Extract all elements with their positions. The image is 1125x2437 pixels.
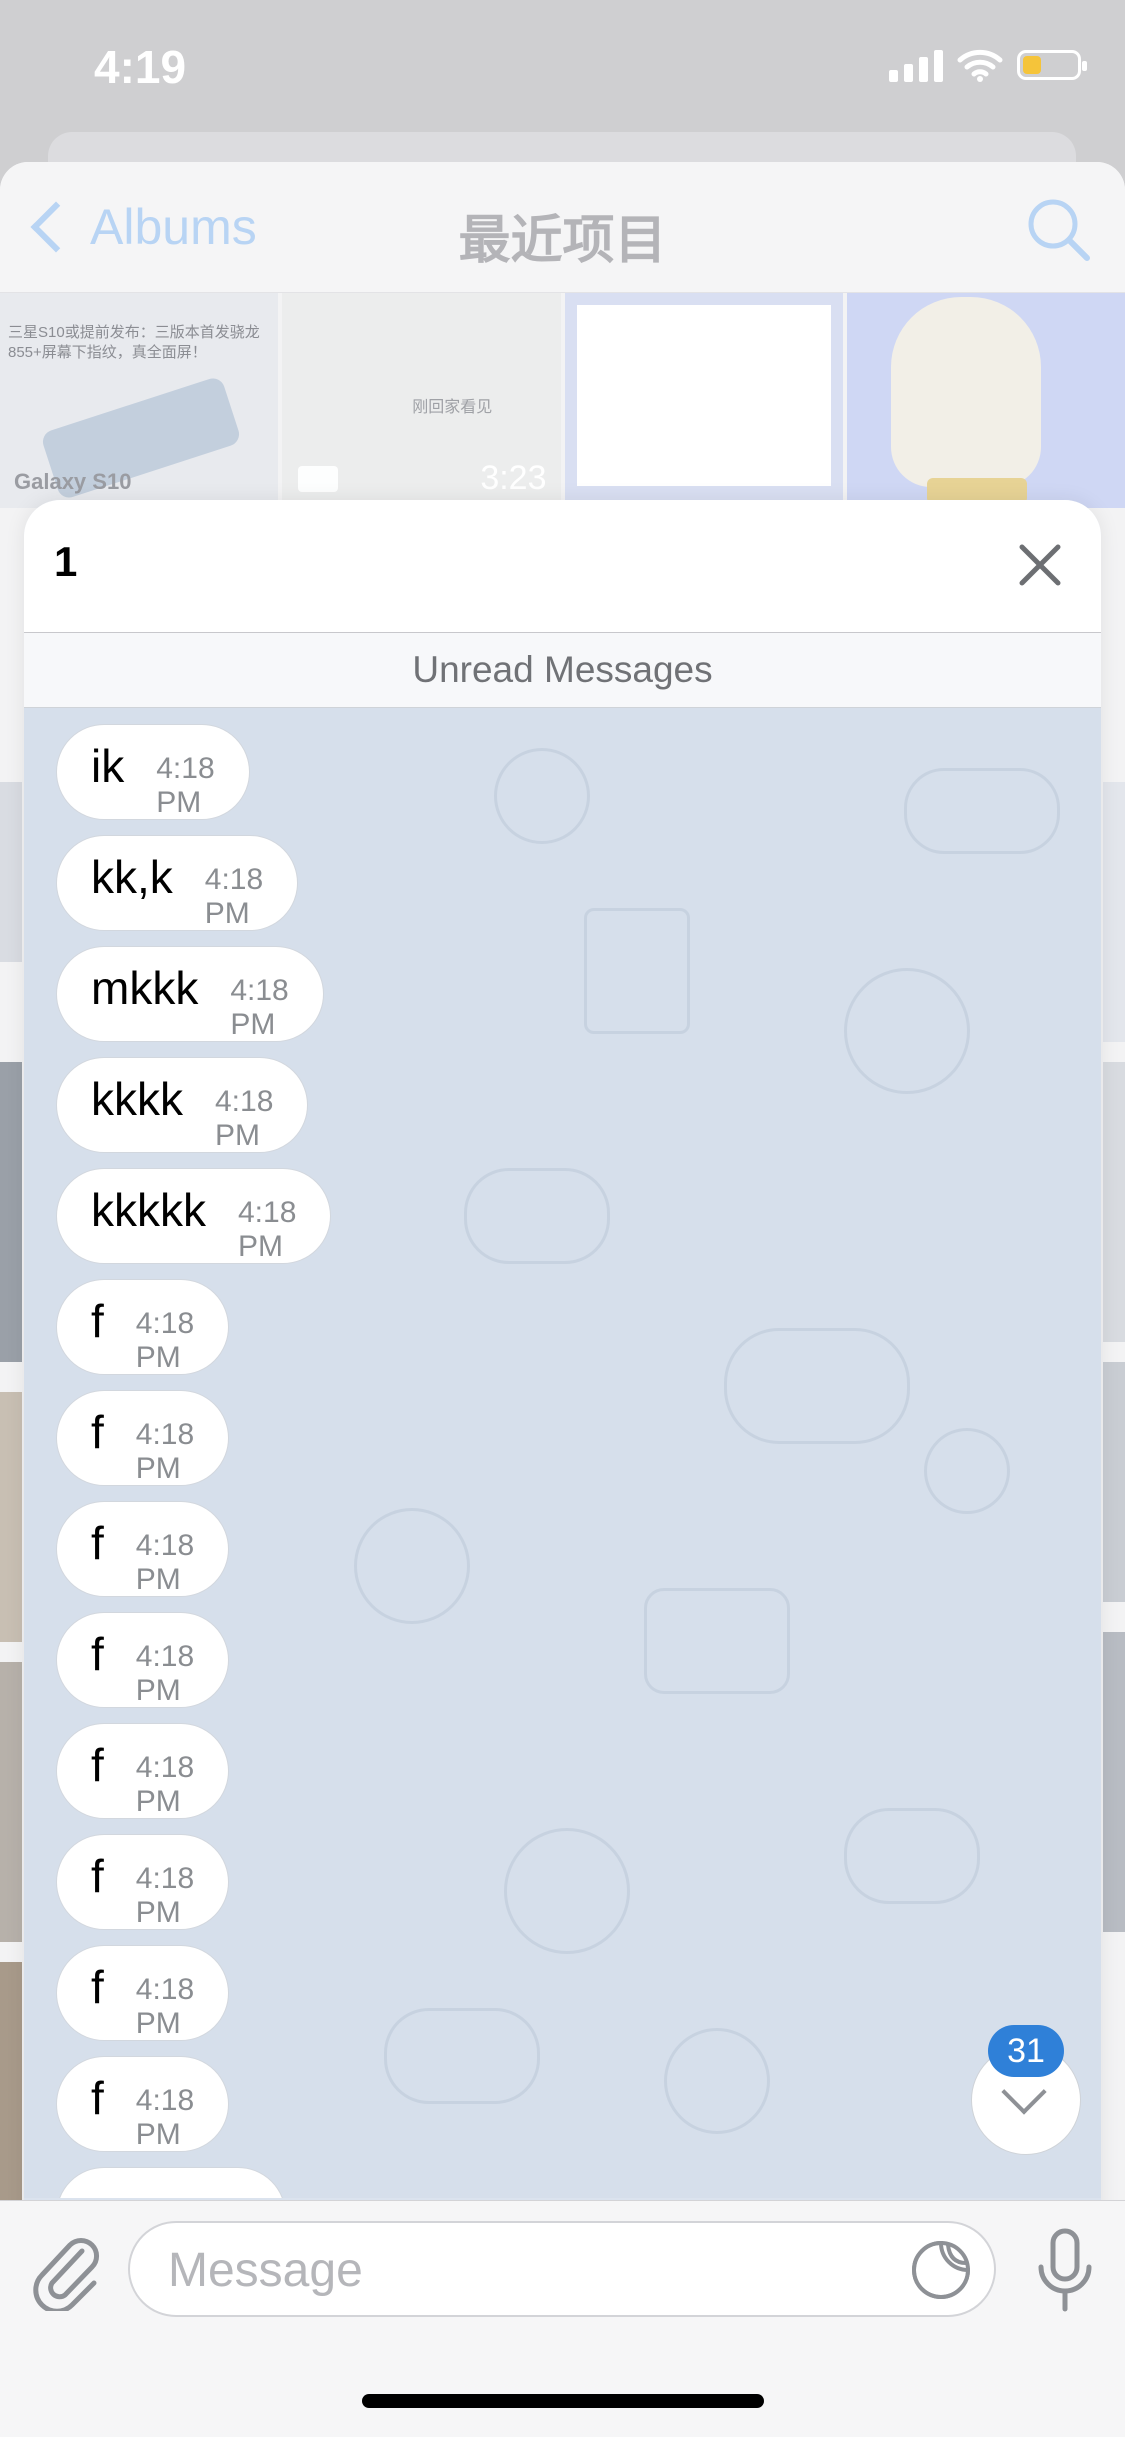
unread-messages-divider: Unread Messages bbox=[24, 633, 1101, 708]
background-doodle bbox=[464, 1168, 610, 1264]
message-text: kk,k bbox=[91, 851, 173, 903]
message-bubble[interactable]: f 4:18 PM bbox=[56, 2056, 230, 2152]
chat-title: 1 bbox=[54, 538, 78, 585]
message-time: 4:18 PM bbox=[135, 1751, 195, 1818]
message-bubble[interactable]: kkkk 4:18 PM bbox=[56, 1057, 309, 1153]
background-doodle bbox=[664, 2028, 770, 2134]
message-text: f bbox=[91, 1517, 104, 1569]
background-doodle bbox=[384, 2008, 540, 2104]
message-time: 4:18 PM bbox=[156, 752, 215, 819]
message-time: 4:18 PM bbox=[135, 1529, 195, 1596]
message-time: 4:18 PM bbox=[238, 1196, 297, 1263]
message-text: f bbox=[91, 1850, 104, 1902]
wifi-icon bbox=[957, 49, 1003, 82]
cat-illustration bbox=[890, 297, 1041, 487]
message-text: f bbox=[91, 1961, 104, 2013]
message-time: 4:18 PM bbox=[204, 863, 264, 930]
message-time: 4:18 PM bbox=[135, 1418, 195, 1485]
battery-icon bbox=[1017, 50, 1087, 80]
status-bar: 4:19 bbox=[0, 0, 1125, 135]
background-doodle bbox=[924, 1428, 1010, 1514]
message-text: f bbox=[91, 1739, 104, 1791]
message-bubble[interactable]: kkkkk 4:18 PM bbox=[56, 1168, 332, 1264]
message-field[interactable] bbox=[128, 2221, 996, 2317]
message-text: ik bbox=[91, 740, 125, 792]
message-text: f bbox=[91, 1295, 104, 1347]
message-bubble[interactable]: f 4:18 PM bbox=[56, 1612, 230, 1708]
unread-count-badge: 31 bbox=[988, 2025, 1064, 2077]
photo-thumbnails: 三星S10或提前发布：三版本首发骁龙855+屏幕下指纹，真全面屏！ Galaxy… bbox=[0, 293, 1125, 508]
side-thumbnail-strip bbox=[1103, 1632, 1125, 1932]
background-doodle bbox=[644, 1588, 790, 1694]
message-text: kkkkk bbox=[91, 1184, 206, 1236]
background-doodle bbox=[844, 968, 970, 1094]
message-time: 4:18 PM bbox=[135, 1862, 195, 1929]
message-time: 4:18 PM bbox=[135, 1973, 195, 2040]
background-doodle bbox=[354, 1508, 470, 1624]
photo-thumbnail[interactable] bbox=[564, 293, 843, 508]
video-duration: 3:23 bbox=[480, 459, 547, 497]
message-text: f bbox=[91, 2072, 104, 2124]
thumbnail-caption: 三星S10或提前发布：三版本首发骁龙855+屏幕下指纹，真全面屏！ bbox=[8, 324, 260, 361]
thumbnail-brand: Galaxy S10 bbox=[14, 469, 132, 494]
message-bubble[interactable]: f 4:18 PM bbox=[56, 1390, 230, 1486]
message-time: 4:18 PM bbox=[135, 2084, 195, 2151]
chat-preview-modal: 1 Unread Messages ik 4:18 PM kk,k 4:18 PM … bbox=[24, 500, 1101, 2436]
message-text: f bbox=[91, 1406, 104, 1458]
message-bubble[interactable]: ik 4:18 PM bbox=[56, 724, 250, 820]
message-text: mkkk bbox=[91, 962, 199, 1014]
message-bubble[interactable]: kk,k 4:18 PM bbox=[56, 835, 299, 931]
message-time: 4:18 PM bbox=[135, 1640, 195, 1707]
photo-thumbnail[interactable]: 三星S10或提前发布：三版本首发骁龙855+屏幕下指纹，真全面屏！ Galaxy… bbox=[0, 293, 279, 508]
background-doodle bbox=[584, 908, 690, 1034]
side-thumbnail-strip bbox=[0, 782, 22, 962]
side-thumbnail-strip bbox=[1103, 1362, 1125, 1602]
status-time: 4:19 bbox=[94, 41, 187, 93]
message-bubble[interactable]: f 4:18 PM bbox=[56, 1834, 230, 1930]
status-icons bbox=[889, 48, 1087, 82]
video-thumbnail[interactable]: 刚回家看见 3:23 bbox=[282, 293, 561, 508]
message-text: f bbox=[91, 1628, 104, 1680]
chat-header: 1 bbox=[24, 500, 1101, 633]
attach-icon[interactable] bbox=[30, 2231, 102, 2311]
signal-icon bbox=[889, 48, 943, 82]
message-text: kkkk bbox=[91, 1073, 183, 1125]
message-bubble[interactable]: mkkk 4:18 PM bbox=[56, 946, 324, 1042]
message-bubble[interactable]: f 4:18 PM bbox=[56, 1723, 230, 1819]
side-thumbnail-strip bbox=[0, 1392, 22, 1642]
background-doodle bbox=[504, 1828, 630, 1954]
message-time: 4:18 PM bbox=[215, 1085, 274, 1152]
background-doodle bbox=[494, 748, 590, 844]
message-bubble[interactable]: f 4:18 PM bbox=[56, 1279, 230, 1375]
message-bubble-partial[interactable] bbox=[56, 2167, 286, 2198]
home-indicator[interactable] bbox=[362, 2394, 764, 2408]
background-doodle bbox=[904, 768, 1060, 854]
chat-background[interactable]: ik 4:18 PM kk,k 4:18 PM mkkk 4:18 PM kkkk 4:… bbox=[24, 708, 1101, 2198]
thumbnail-text: 刚回家看见 bbox=[412, 399, 493, 416]
message-bubble[interactable]: f 4:18 PM bbox=[56, 1501, 230, 1597]
thumbnail-card bbox=[576, 305, 831, 486]
sticker-icon[interactable] bbox=[910, 2239, 972, 2301]
message-input[interactable] bbox=[166, 2237, 850, 2303]
background-doodle bbox=[724, 1328, 910, 1444]
close-icon[interactable] bbox=[1017, 542, 1063, 588]
message-bubble[interactable]: f 4:18 PM bbox=[56, 1945, 230, 2041]
photo-thumbnail[interactable] bbox=[846, 293, 1125, 508]
side-thumbnail-strip bbox=[0, 1662, 22, 1942]
search-icon[interactable] bbox=[1023, 194, 1093, 264]
video-camera-icon bbox=[298, 466, 339, 492]
side-thumbnail-strip bbox=[1103, 1062, 1125, 1342]
mic-icon[interactable] bbox=[1035, 2227, 1095, 2315]
side-thumbnail-strip bbox=[0, 1062, 22, 1362]
message-time: 4:18 PM bbox=[135, 1307, 195, 1374]
albums-title: 最近项目 bbox=[458, 212, 667, 270]
background-doodle bbox=[844, 1808, 980, 1904]
message-time: 4:18 PM bbox=[230, 974, 289, 1041]
side-thumbnail-strip bbox=[1103, 782, 1125, 1042]
albums-nav-bar: Albums 最近项目 bbox=[0, 162, 1125, 293]
